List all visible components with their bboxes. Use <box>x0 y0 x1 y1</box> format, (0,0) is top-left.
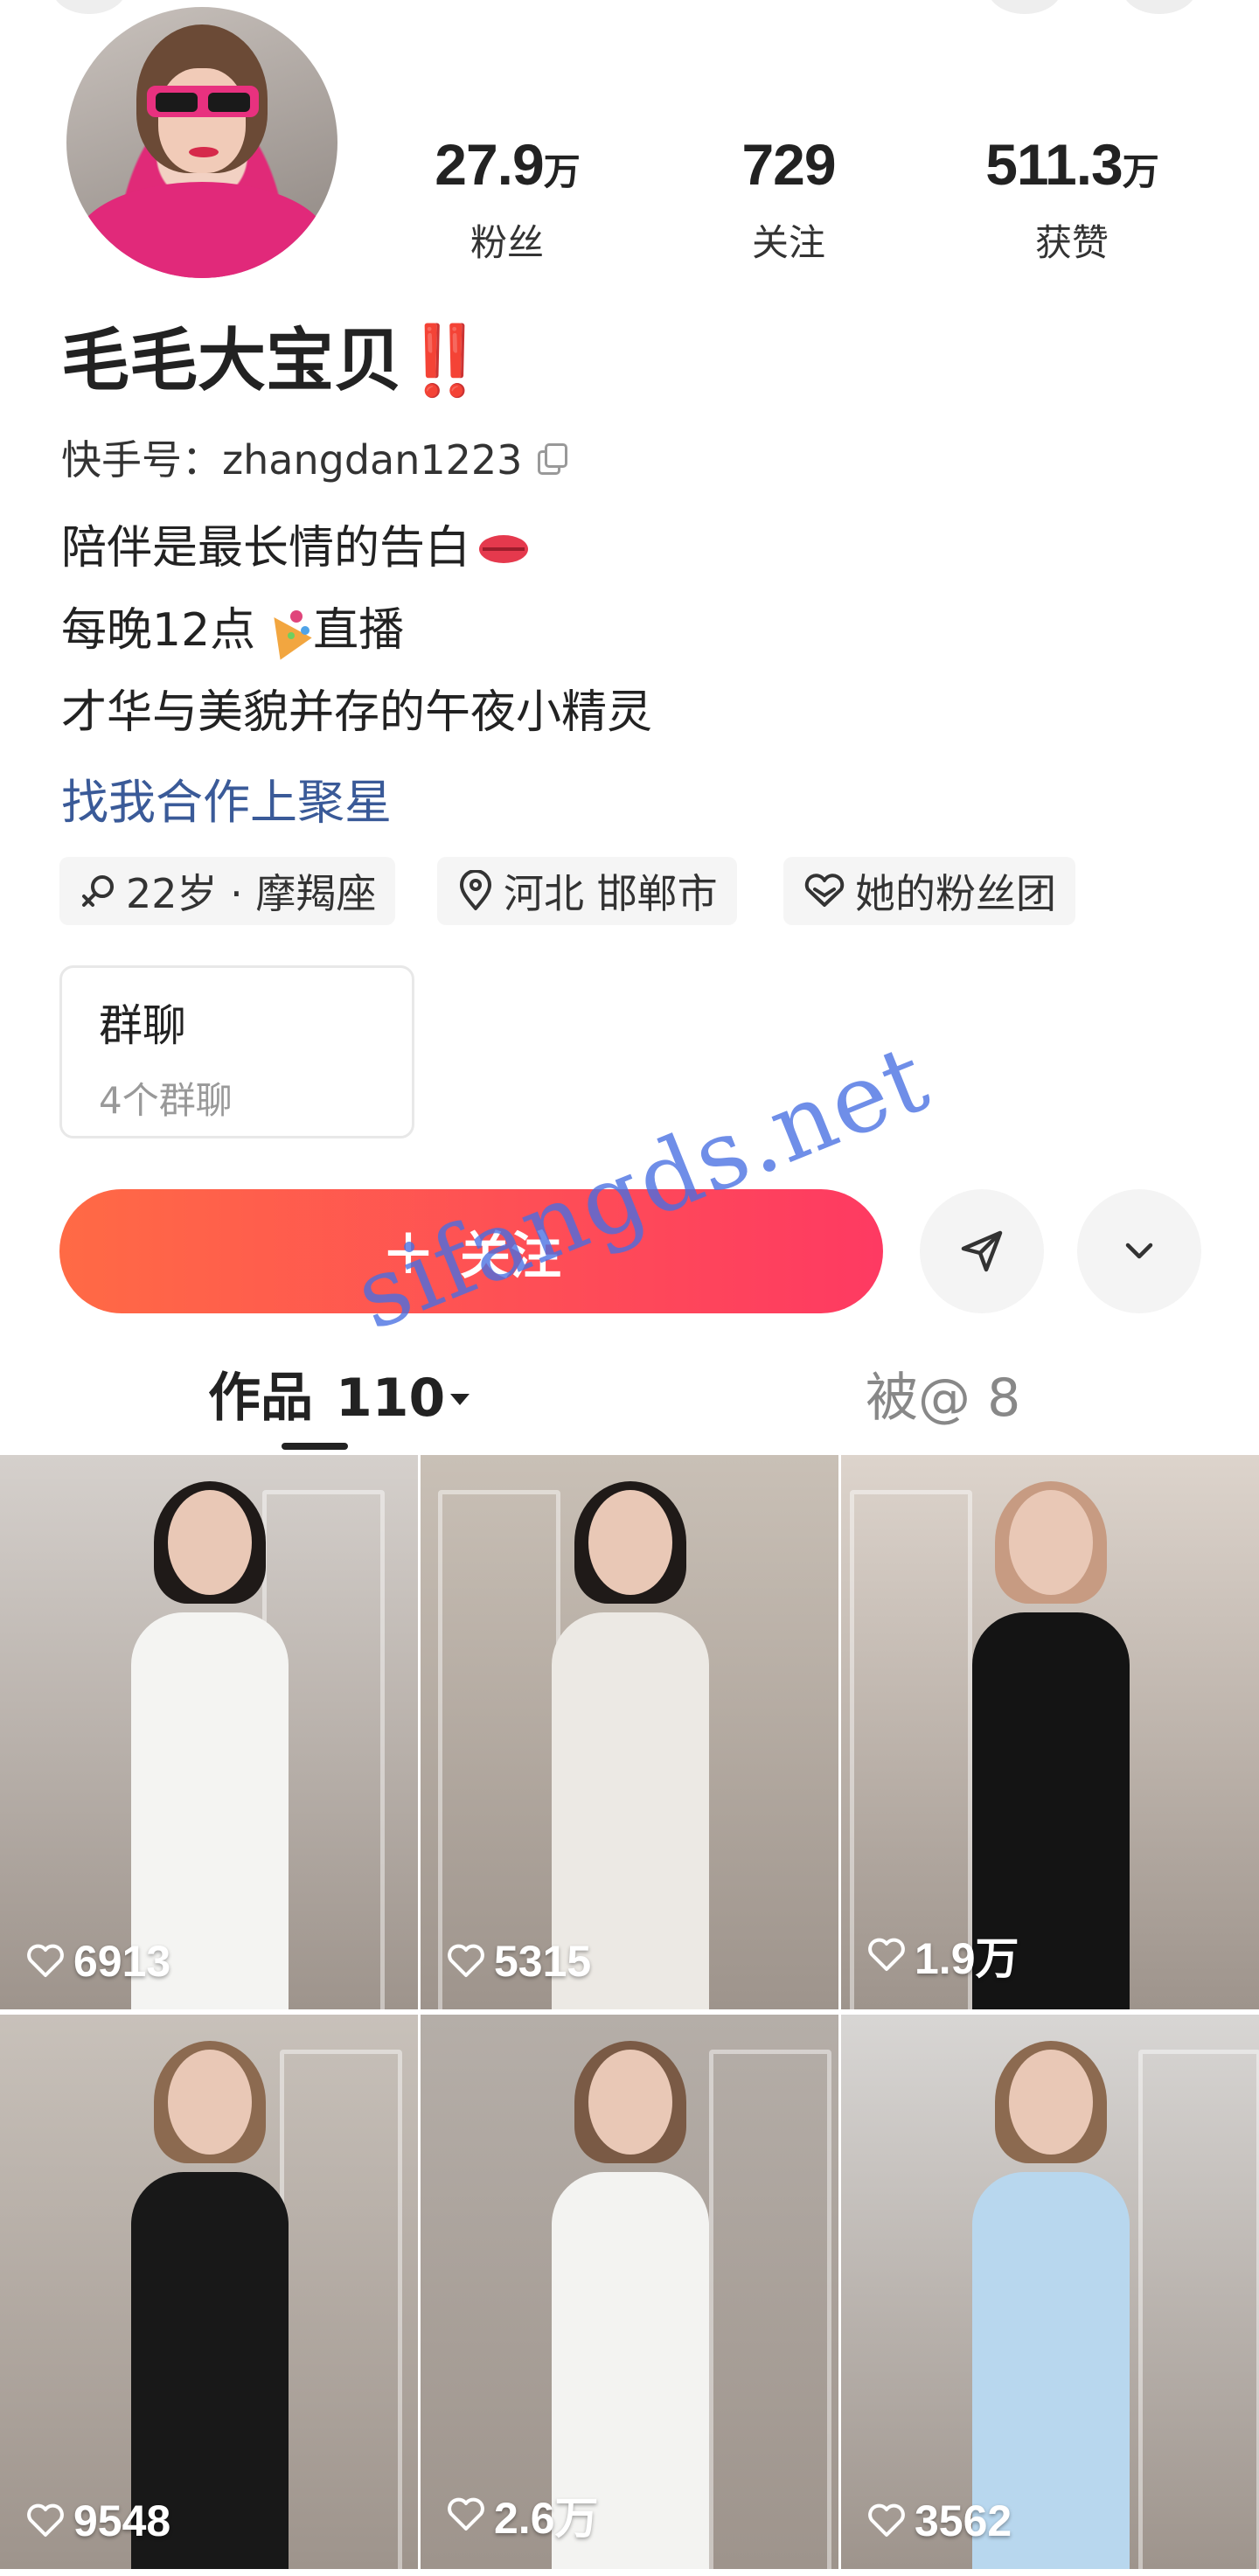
tag-fan-club[interactable]: 她的粉丝团 <box>783 857 1075 925</box>
like-count: 1.9万 <box>867 1924 1019 1987</box>
double-exclamation-icon: ‼️ <box>402 322 488 400</box>
background-curtain <box>438 1490 560 2009</box>
tag-text: 她的粉丝团 <box>855 870 1056 917</box>
stat-followers[interactable]: 27.9万 粉丝 <box>411 131 603 267</box>
stat-following[interactable]: 729 关注 <box>692 131 885 267</box>
avatar-sunglasses <box>147 86 259 117</box>
female-icon <box>82 875 114 907</box>
like-count-text: 9548 <box>73 2496 171 2545</box>
lips-icon <box>476 526 529 570</box>
tab-mentions[interactable]: 被@ 8 <box>866 1355 1020 1431</box>
like-count: 2.6万 <box>447 2483 599 2546</box>
figure-head <box>588 1490 672 1595</box>
group-chat-card[interactable]: 群聊 4个群聊 <box>59 965 414 1138</box>
tag-location[interactable]: 河北 邯郸市 <box>437 857 737 925</box>
heart-icon <box>448 2497 484 2531</box>
like-count-text: 6913 <box>73 1937 171 1986</box>
bio-line: 才华与美貌并存的午夜小精灵 <box>61 675 652 741</box>
bio-line: 陪伴是最长情的告白 <box>61 511 529 576</box>
location-pin-icon <box>460 870 491 910</box>
background-door <box>280 2050 402 2569</box>
thumbnail-figure <box>131 1481 289 2009</box>
stat-value: 27.9万 <box>435 132 580 197</box>
stat-label: 获赞 <box>1034 221 1109 264</box>
like-count-text: 5315 <box>494 1937 592 1986</box>
tab-count: 110 <box>336 1368 446 1429</box>
video-thumbnail[interactable]: 3562 <box>841 2015 1259 2569</box>
tag-text: 河北 邯郸市 <box>504 870 718 917</box>
avatar-lips <box>189 147 219 157</box>
bio-text: 陪伴是最长情的告白 <box>61 522 471 574</box>
send-icon <box>961 1230 1003 1272</box>
like-count-text: 2.6万 <box>494 2494 599 2543</box>
kuaishou-id: 快手号：zhangdan1223 <box>61 428 568 486</box>
stat-label: 关注 <box>751 221 825 264</box>
bio-text: 直播 <box>313 604 405 657</box>
thumbnail-figure <box>972 2041 1130 2569</box>
like-count: 5315 <box>447 1936 591 1987</box>
share-button[interactable] <box>920 1189 1044 1313</box>
video-thumbnail[interactable]: 9548 <box>0 2015 418 2569</box>
tab-underline <box>282 1443 348 1450</box>
video-thumbnail[interactable]: 2.6万 <box>421 2015 838 2569</box>
search-button[interactable] <box>988 0 1061 14</box>
tab-label: 作品 <box>208 1368 313 1429</box>
profile-name-text: 毛毛大宝贝 <box>61 322 403 400</box>
heart-icon <box>448 1944 484 1977</box>
stat-label: 粉丝 <box>470 221 544 264</box>
party-popper-icon <box>261 609 313 652</box>
collab-link[interactable]: 找我合作上聚星 <box>61 763 392 832</box>
bio-text: 才华与美貌并存的午夜小精灵 <box>61 686 653 739</box>
avatar[interactable] <box>66 7 337 278</box>
group-chat-subtitle: 4个群聊 <box>99 1079 233 1122</box>
video-grid: 6913 5315 1.9万 9548 2.6万 3562 <box>0 1455 1259 2569</box>
video-thumbnail[interactable]: 1.9万 <box>841 1455 1259 2009</box>
stat-likes[interactable]: 511.3万 获赞 <box>976 131 1168 267</box>
like-count: 6913 <box>26 1936 170 1987</box>
tag-text: 22岁 · 摩羯座 <box>126 870 377 917</box>
heart-icon <box>868 2503 905 2537</box>
figure-head <box>1009 2050 1093 2155</box>
figure-head <box>168 1490 252 1595</box>
copy-icon[interactable] <box>538 443 568 475</box>
chevron-down-icon <box>1125 1243 1153 1259</box>
bio-line: 每晚12点 直播 <box>61 593 404 658</box>
profile-name: 毛毛大宝贝‼️ <box>61 306 487 404</box>
heart-icon <box>27 1944 64 1977</box>
stat-value: 511.3万 <box>985 132 1159 197</box>
background-door <box>709 2050 831 2569</box>
tag-age[interactable]: 22岁 · 摩羯座 <box>59 857 396 925</box>
stat-value: 729 <box>741 132 836 197</box>
background-door <box>1138 2050 1259 2569</box>
video-thumbnail[interactable]: 6913 <box>0 1455 418 2009</box>
avatar-face <box>158 68 246 173</box>
figure-head <box>588 2050 672 2155</box>
video-thumbnail[interactable]: 5315 <box>421 1455 838 2009</box>
tab-works[interactable]: 作品 110 <box>208 1355 470 1431</box>
thumbnail-figure <box>131 2041 289 2569</box>
thumbnail-figure <box>552 1481 709 2009</box>
back-button[interactable] <box>52 0 126 14</box>
figure-head <box>168 2050 252 2155</box>
like-count-text: 3562 <box>915 2496 1012 2545</box>
like-count: 9548 <box>26 2496 170 2546</box>
like-count: 3562 <box>867 2496 1012 2546</box>
heart-icon <box>868 1938 905 1971</box>
bio-text: 每晚12点 <box>61 604 256 657</box>
caret-down-icon <box>450 1394 470 1405</box>
avatar-sweater <box>75 182 329 278</box>
fan-club-heart-icon <box>804 874 845 907</box>
like-count-text: 1.9万 <box>915 1934 1019 1983</box>
group-chat-title: 群聊 <box>99 1000 186 1051</box>
kuaishou-id-text: 快手号：zhangdan1223 <box>61 436 523 484</box>
heart-icon <box>27 2503 64 2537</box>
more-options-button[interactable] <box>1077 1189 1201 1313</box>
more-button[interactable] <box>1123 0 1196 14</box>
figure-head <box>1009 1490 1093 1595</box>
